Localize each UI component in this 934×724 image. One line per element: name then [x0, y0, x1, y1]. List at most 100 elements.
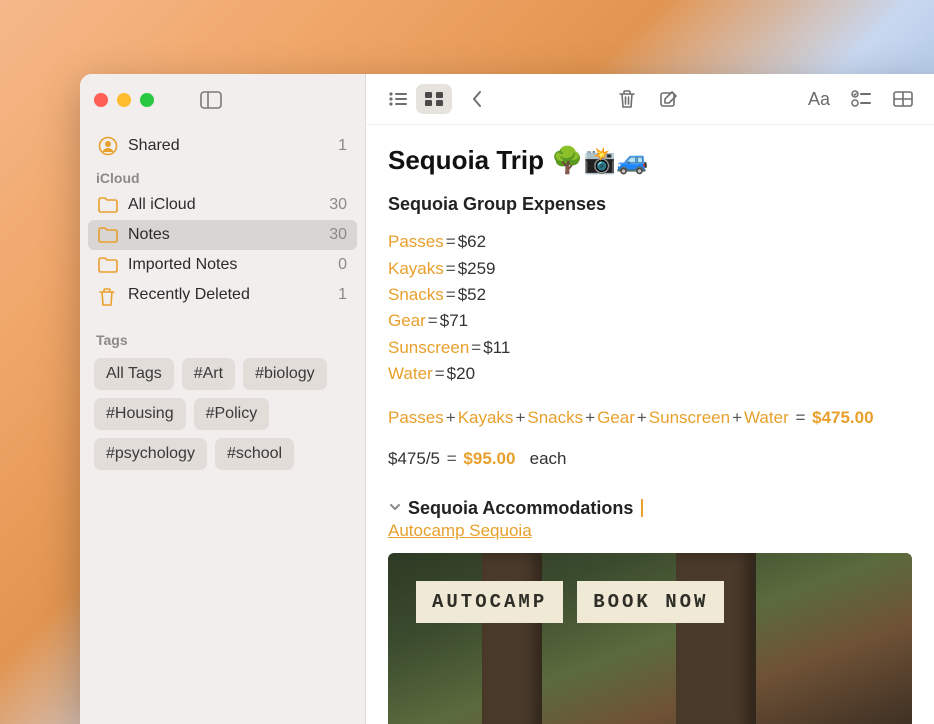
view-mode-segment	[380, 84, 452, 114]
total-token: Passes	[388, 408, 444, 427]
checklist-icon	[851, 90, 871, 108]
chevron-down-icon	[388, 498, 402, 519]
expense-name: Kayaks	[388, 259, 444, 278]
expense-line: Kayaks=$259	[388, 256, 912, 282]
expense-line: Water=$20	[388, 361, 912, 387]
expense-name: Snacks	[388, 285, 444, 304]
sidebar-item-all-icloud[interactable]: All iCloud 30	[88, 190, 357, 220]
per-person-left: $475/5	[388, 449, 440, 468]
format-aa-icon: Aa	[808, 89, 830, 110]
total-result: $475.00	[812, 408, 873, 427]
expense-value: $52	[458, 285, 486, 304]
delete-note-button[interactable]	[610, 84, 644, 114]
sidebar-item-count: 0	[338, 256, 347, 274]
sidebar: Shared 1 iCloud All iCloud 30 Notes 30 Impor…	[80, 74, 366, 724]
notes-window: Shared 1 iCloud All iCloud 30 Notes 30 Impor…	[80, 74, 934, 724]
chevron-left-icon	[471, 90, 483, 108]
sidebar-item-label: Imported Notes	[128, 256, 237, 274]
expense-name: Gear	[388, 311, 426, 330]
expense-value: $62	[458, 232, 486, 251]
trash-icon	[98, 287, 118, 303]
gallery-view-button[interactable]	[416, 84, 452, 114]
tag-chip[interactable]: #Policy	[194, 398, 270, 430]
text-cursor	[641, 499, 643, 517]
note-title: Sequoia Trip 🌳📸🚙	[388, 145, 912, 176]
folder-icon	[98, 227, 118, 243]
list-view-button[interactable]	[380, 84, 416, 114]
sidebar-item-notes[interactable]: Notes 30	[88, 220, 357, 250]
expense-name: Passes	[388, 232, 444, 251]
window-controls	[94, 93, 154, 107]
section-accommodations-header[interactable]: Sequoia Accommodations	[388, 498, 912, 519]
note-subheading: Sequoia Group Expenses	[388, 194, 912, 215]
sidebar-item-count: 1	[338, 137, 347, 155]
total-token: Gear	[597, 408, 635, 427]
expense-name: Sunscreen	[388, 338, 469, 357]
trash-icon	[618, 89, 636, 109]
sidebar-item-label: Shared	[128, 137, 180, 155]
total-token: Snacks	[527, 408, 583, 427]
expense-name: Water	[388, 364, 433, 383]
zoom-window-button[interactable]	[140, 93, 154, 107]
toggle-sidebar-button[interactable]	[200, 91, 222, 109]
sidebar-icon	[200, 91, 222, 109]
shared-icon	[98, 136, 118, 156]
back-button[interactable]	[460, 84, 494, 114]
window-titlebar	[80, 74, 365, 126]
per-person-result: $95.00	[463, 449, 515, 468]
preview-brand-label: AUTOCAMP	[416, 581, 563, 623]
sidebar-section-tags[interactable]: Tags	[88, 324, 357, 352]
new-note-button[interactable]	[652, 84, 686, 114]
expense-value: $259	[458, 259, 496, 278]
folder-icon	[98, 257, 118, 273]
expense-total-line: Passes+Kayaks+Snacks+Gear+Sunscreen+Wate…	[388, 405, 912, 431]
expense-line: Gear=$71	[388, 308, 912, 334]
sidebar-item-label: All iCloud	[128, 196, 196, 214]
total-token: Kayaks	[458, 408, 514, 427]
expense-line: Sunscreen=$11	[388, 335, 912, 361]
tags-container: All Tags#Art#biology #Housing#Policy #psyc…	[88, 352, 357, 476]
sidebar-body: Shared 1 iCloud All iCloud 30 Notes 30 Impor…	[80, 126, 365, 484]
expense-value: $11	[483, 338, 510, 357]
tag-chip[interactable]: #Housing	[94, 398, 186, 430]
expense-line: Snacks=$52	[388, 282, 912, 308]
folder-icon	[98, 197, 118, 213]
main-pane: Aa Sequoia Trip 🌳📸🚙	[366, 74, 934, 724]
sidebar-section-icloud[interactable]: iCloud	[88, 162, 357, 190]
tag-chip[interactable]: All Tags	[94, 358, 174, 390]
tag-chip[interactable]: #biology	[243, 358, 327, 390]
table-button[interactable]	[886, 84, 920, 114]
section-title: Sequoia Accommodations	[408, 498, 633, 519]
tag-chip[interactable]: #school	[215, 438, 294, 470]
grid-icon	[425, 92, 443, 106]
toolbar: Aa	[366, 74, 934, 125]
tag-chip[interactable]: #Art	[182, 358, 235, 390]
tag-chip[interactable]: #psychology	[94, 438, 207, 470]
per-person-line: $475/5 = $95.00 each	[388, 446, 912, 472]
compose-icon	[659, 89, 679, 109]
expense-line: Passes=$62	[388, 229, 912, 255]
sidebar-item-imported-notes[interactable]: Imported Notes 0	[88, 250, 357, 280]
accommodation-link[interactable]: Autocamp Sequoia	[388, 521, 532, 541]
sidebar-item-label: Notes	[128, 226, 170, 244]
sidebar-item-count: 1	[338, 286, 347, 304]
list-icon	[389, 92, 407, 106]
preview-book-now-label: BOOK NOW	[577, 581, 724, 623]
sidebar-item-count: 30	[329, 226, 347, 244]
note-body[interactable]: Sequoia Trip 🌳📸🚙 Sequoia Group Expenses …	[366, 125, 934, 724]
sidebar-item-count: 30	[329, 196, 347, 214]
minimize-window-button[interactable]	[117, 93, 131, 107]
checklist-button[interactable]	[844, 84, 878, 114]
expense-value: $71	[440, 311, 468, 330]
format-button[interactable]: Aa	[802, 84, 836, 114]
link-preview[interactable]: AUTOCAMP BOOK NOW	[388, 553, 912, 724]
sidebar-item-recently-deleted[interactable]: Recently Deleted 1	[88, 280, 357, 310]
close-window-button[interactable]	[94, 93, 108, 107]
total-token: Sunscreen	[649, 408, 730, 427]
total-token: Water	[744, 408, 789, 427]
expense-value: $20	[447, 364, 475, 383]
sidebar-item-shared[interactable]: Shared 1	[88, 130, 357, 162]
per-person-suffix: each	[530, 449, 567, 468]
table-icon	[893, 91, 913, 107]
sidebar-item-label: Recently Deleted	[128, 286, 250, 304]
